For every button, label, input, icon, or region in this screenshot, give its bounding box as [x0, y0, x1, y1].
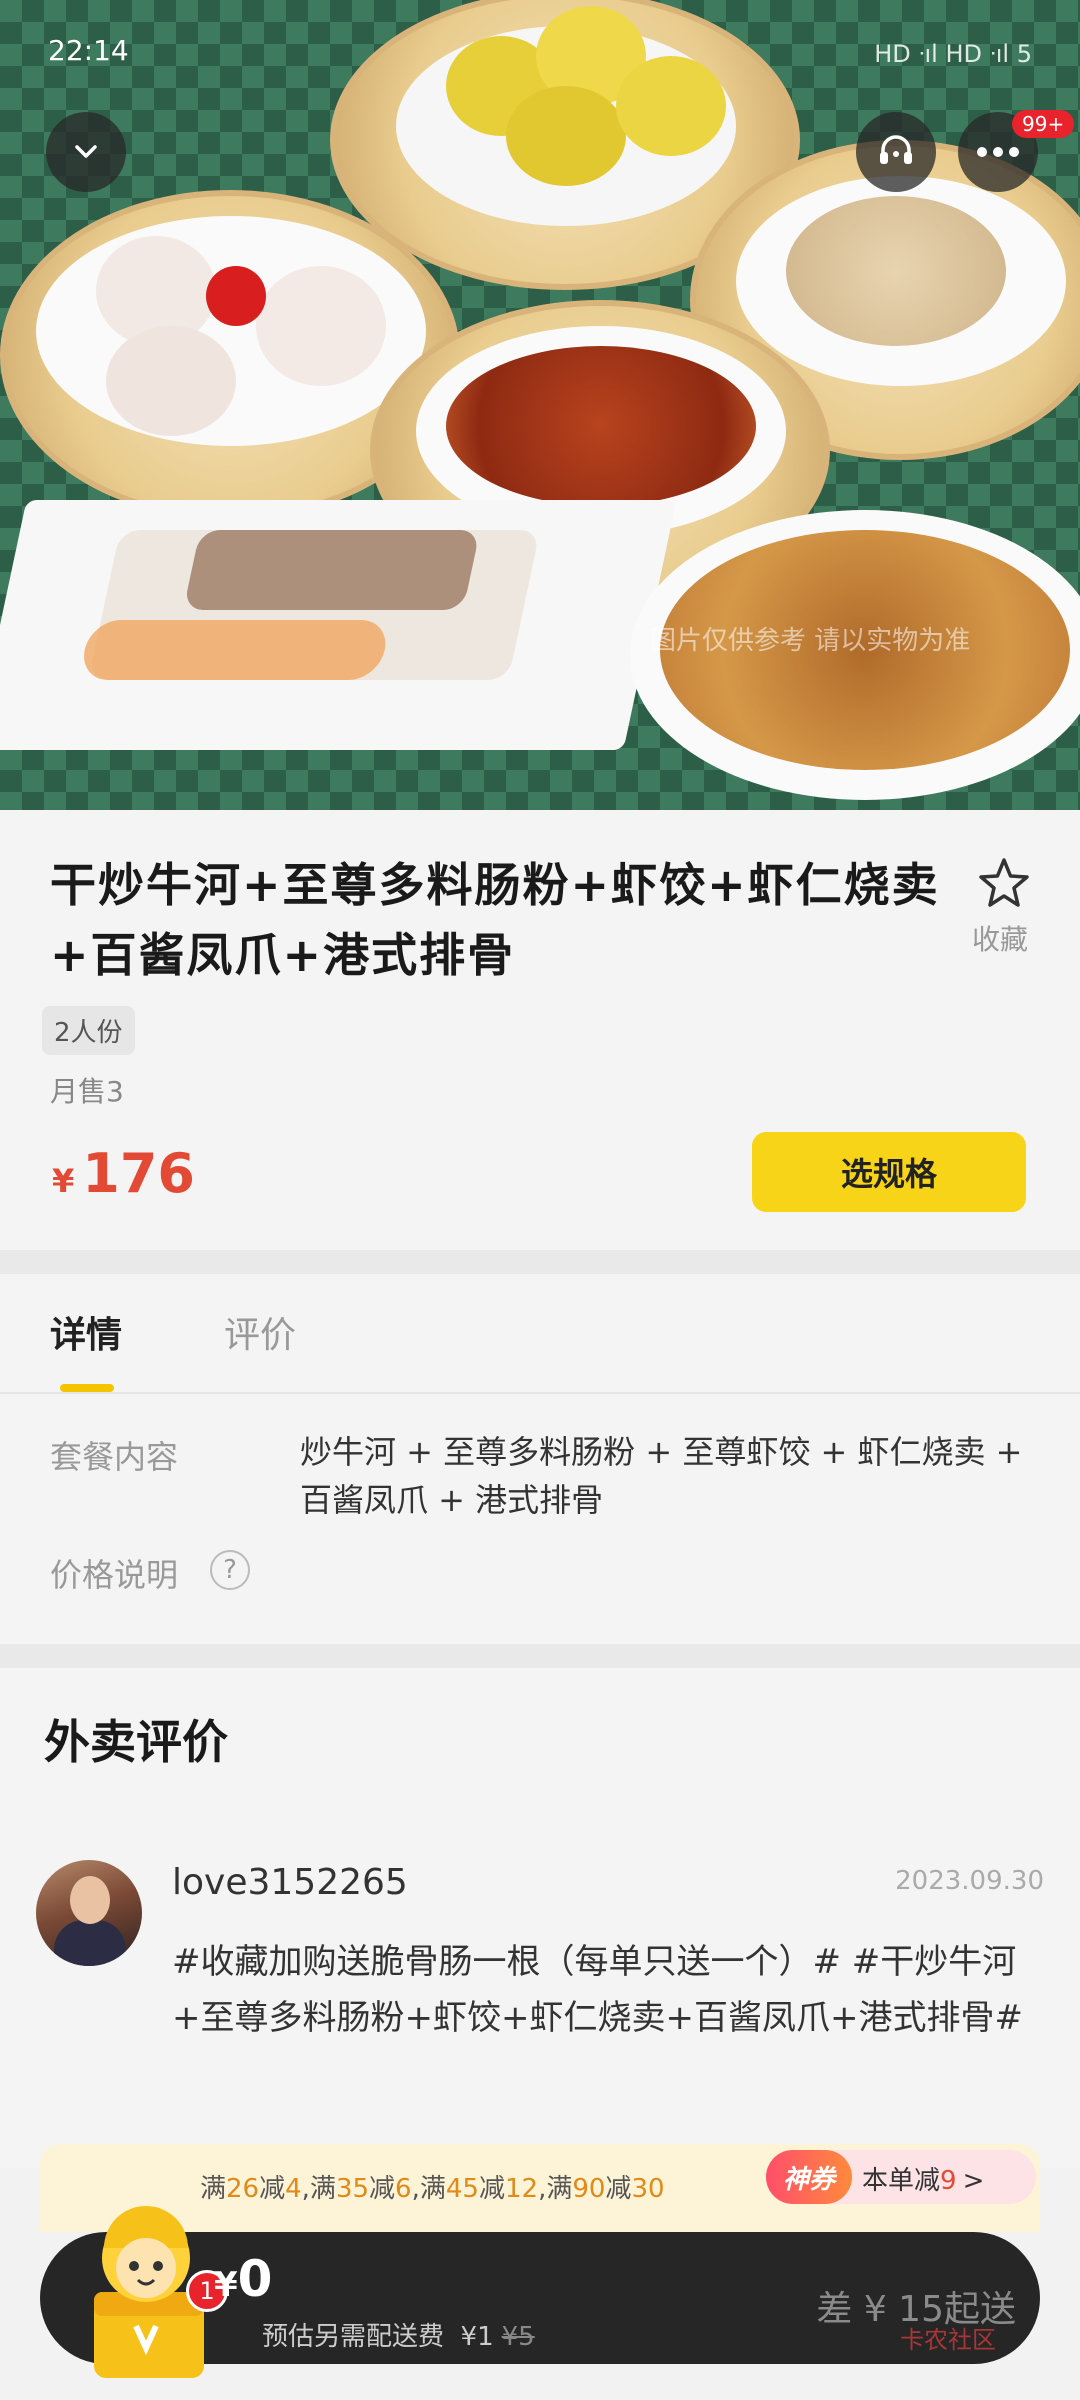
chevron-down-icon [75, 145, 97, 158]
reviews-heading: 外卖评价 [44, 1715, 228, 1769]
product-price: ¥176 [52, 1142, 195, 1205]
price-currency: ¥ [52, 1162, 75, 1200]
tab-detail[interactable]: 详情 [50, 1306, 122, 1358]
coupon-badge: 神券 [766, 2150, 852, 2204]
discount-label: 减 [369, 2174, 396, 2204]
section-divider [0, 1250, 1080, 1274]
avatar[interactable] [36, 1860, 142, 1966]
review-username[interactable]: love3152265 [172, 1862, 408, 1903]
discount-amount: 4 [285, 2174, 302, 2204]
delivery-fee-original: ¥5 [501, 2322, 535, 2352]
delivery-fee-price: ¥1 [460, 2322, 494, 2352]
status-time: 22:14 [48, 34, 129, 67]
discount-amount: 26 [226, 2174, 260, 2204]
headset-icon [880, 135, 912, 164]
coupon-pill[interactable]: 神券 本单减9 > [766, 2150, 1036, 2204]
combo-value: 炒牛河 + 至尊多料肠粉 + 至尊虾饺 + 虾仁烧卖 + 百酱凤爪 + 港式排骨 [300, 1433, 1023, 1519]
delivery-fee-label: 预估另需配送费 [262, 2322, 445, 2352]
active-tab-indicator [60, 1384, 114, 1392]
product-title: 干炒牛河+至尊多料肠粉+虾饺+虾仁烧卖+百酱凤爪+港式排骨 [50, 858, 940, 982]
section-divider [0, 1644, 1080, 1668]
delivery-fee: 预估另需配送费 ¥1 ¥5 [262, 2316, 535, 2353]
price-note-label: 价格说明 [50, 1556, 179, 1594]
discount-label: ,满 [538, 2174, 573, 2204]
star-icon[interactable] [974, 854, 1034, 914]
help-icon[interactable]: ? [210, 1550, 250, 1590]
tab-review[interactable]: 评价 [224, 1306, 296, 1358]
coupon-text: 本单减9 > [862, 2160, 984, 2197]
image-watermark: 图片仅供参考 请以实物为准 [650, 626, 971, 656]
more-dots-icon [977, 147, 1019, 157]
discount-label: 减 [478, 2174, 505, 2204]
plate-rice-noodle-roll [0, 500, 677, 750]
discount-label: 减 [259, 2174, 286, 2204]
collapse-button[interactable] [46, 112, 126, 192]
select-spec-button[interactable]: 选规格 [752, 1132, 1026, 1212]
status-indicators: HD ᐧıl HD ᐧıl 5 [874, 40, 1032, 68]
price-value: 176 [82, 1142, 195, 1205]
favorite-label[interactable]: 收藏 [972, 918, 1028, 958]
discount-amount: 35 [335, 2174, 370, 2204]
discount-amount: 45 [445, 2174, 479, 2204]
discount-amount: 30 [631, 2174, 665, 2204]
discount-amount: 12 [504, 2174, 539, 2204]
review-text: #收藏加购送脆骨肠一根（每单只送一个）# #干炒牛河+至尊多料肠粉+虾饺+虾仁烧… [172, 1942, 1023, 2038]
discount-amount: 90 [572, 2174, 606, 2204]
discount-label: 减 [605, 2174, 632, 2204]
customer-service-button[interactable] [856, 112, 936, 192]
combo-label: 套餐内容 [50, 1438, 179, 1476]
coupon-amount: 9 [940, 2166, 957, 2196]
cart-currency: ¥ [214, 2265, 238, 2305]
discount-label: ,满 [411, 2174, 446, 2204]
review-date: 2023.09.30 [895, 1866, 1044, 1896]
chevron-right-icon: > [962, 2166, 985, 2196]
discount-label: ,满 [301, 2174, 336, 2204]
monthly-sales: 月售3 [50, 1075, 124, 1108]
coupon-prefix: 本单减 [862, 2166, 941, 2196]
more-badge: 99+ [1012, 110, 1075, 138]
discount-text: 满26减4,满35减6,满45减12,满90减30 [200, 2168, 665, 2205]
status-bar: 22:14 HD ᐧıl HD ᐧıl 5 [0, 0, 1080, 110]
cart-total-value: 0 [237, 2250, 273, 2308]
tabs-divider [0, 1392, 1080, 1394]
discount-amount: 6 [395, 2174, 412, 2204]
corner-watermark: 卡农社区 [900, 2326, 996, 2354]
portion-tag: 2人份 [42, 1006, 135, 1055]
cart-total: ¥0 [214, 2250, 272, 2308]
